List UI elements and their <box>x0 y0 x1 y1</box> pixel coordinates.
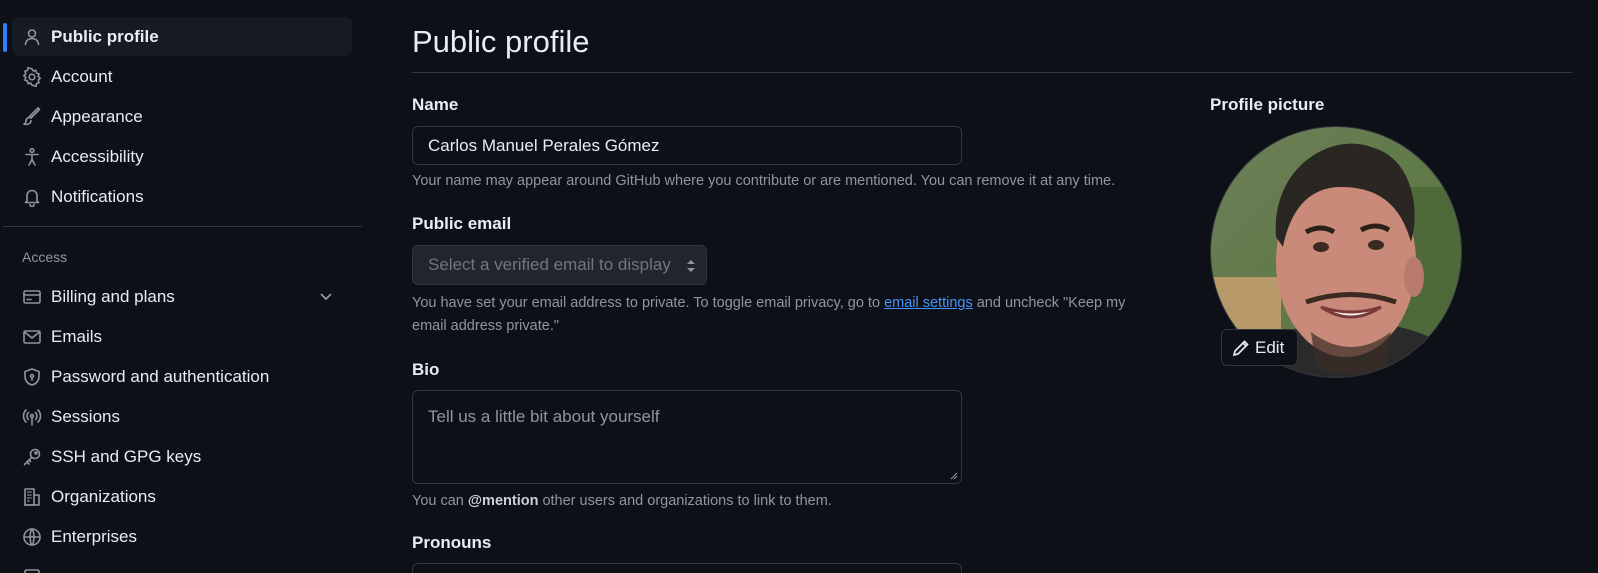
shield-lock-icon <box>21 366 43 388</box>
sidebar-item-label: Billing and plans <box>51 286 175 306</box>
globe-icon <box>21 526 43 548</box>
sidebar-item-label: Emails <box>51 326 103 346</box>
name-label: Name <box>412 95 459 114</box>
pencil-icon <box>1232 339 1249 356</box>
name-note: Your name may appear around GitHub where… <box>412 173 1116 189</box>
key-icon <box>21 446 43 468</box>
sidebar-item-label: Enterprises <box>51 526 137 546</box>
sidebar-item-partial[interactable] <box>12 557 352 573</box>
sidebar-item-public-profile[interactable]: Public profile <box>12 17 352 56</box>
bio-placeholder: Tell us a little bit about yourself <box>428 407 660 426</box>
broadcast-icon <box>21 406 43 428</box>
sidebar-item-label: Organizations <box>51 486 156 506</box>
sidebar-item-label: Public profile <box>51 26 159 46</box>
sidebar-item-appearance[interactable]: Appearance <box>12 97 352 136</box>
email-note-text: You have set your email address to priva… <box>412 295 885 311</box>
edit-avatar-button[interactable]: Edit <box>1221 329 1298 366</box>
name-field[interactable]: Carlos Manuel Perales Gómez <box>412 126 962 165</box>
sidebar-item-label: Accessibility <box>51 146 144 166</box>
name-value: Carlos Manuel Perales Gómez <box>428 135 660 155</box>
sidebar-item-accessibility[interactable]: Accessibility <box>12 137 352 176</box>
sidebar-heading-access: Access <box>22 249 68 265</box>
email-settings-link[interactable]: email settings <box>884 295 973 311</box>
public-email-note: You have set your email address to priva… <box>412 292 1152 338</box>
title-divider <box>412 72 1572 73</box>
select-arrows-icon <box>687 260 695 272</box>
sidebar-item-billing[interactable]: Billing and plans <box>12 277 352 316</box>
bio-textarea[interactable]: Tell us a little bit about yourself <box>412 390 962 484</box>
sidebar-item-label: SSH and GPG keys <box>51 446 202 466</box>
public-email-select[interactable]: Select a verified email to display <box>412 245 707 285</box>
sidebar-item-sessions[interactable]: Sessions <box>12 397 352 436</box>
page-title: Public profile <box>412 24 590 59</box>
sidebar-item-label: Sessions <box>51 406 120 426</box>
sidebar-item-label: Notifications <box>51 186 144 206</box>
sidebar-item-enterprises[interactable]: Enterprises <box>12 517 352 556</box>
credit-card-icon <box>21 286 43 308</box>
public-email-label: Public email <box>412 214 512 233</box>
mention-text: @mention <box>467 493 539 509</box>
bio-note-text: You can <box>412 493 468 509</box>
profile-picture-label: Profile picture <box>1210 95 1325 114</box>
active-indicator <box>3 23 7 52</box>
moderation-icon <box>21 566 43 573</box>
sidebar-item-account[interactable]: Account <box>12 57 352 96</box>
bell-icon <box>21 186 43 208</box>
edit-label: Edit <box>1255 337 1285 357</box>
bio-note-text-end: other users and organizations to link to… <box>538 493 832 509</box>
paintbrush-icon <box>21 106 43 128</box>
accessibility-icon <box>21 146 43 168</box>
pronouns-select[interactable] <box>412 563 962 573</box>
chevron-down-icon[interactable] <box>318 288 334 304</box>
sidebar-item-password[interactable]: Password and authentication <box>12 357 352 396</box>
resize-handle-icon[interactable] <box>950 472 958 480</box>
gear-icon <box>21 66 43 88</box>
sidebar-item-ssh-gpg[interactable]: SSH and GPG keys <box>12 437 352 476</box>
pronouns-label: Pronouns <box>412 533 492 552</box>
organization-icon <box>21 486 43 508</box>
settings-sidebar: Public profile Account Appearance Access… <box>0 0 362 573</box>
public-email-placeholder: Select a verified email to display <box>428 255 671 274</box>
bio-note: You can @mention other users and organiz… <box>412 490 832 513</box>
sidebar-item-notifications[interactable]: Notifications <box>12 177 352 216</box>
mail-icon <box>21 326 43 348</box>
person-icon <box>21 26 43 48</box>
sidebar-item-label: Appearance <box>51 106 143 126</box>
sidebar-item-emails[interactable]: Emails <box>12 317 352 356</box>
sidebar-divider <box>3 226 362 227</box>
sidebar-item-label: Password and authentication <box>51 366 270 386</box>
sidebar-item-organizations[interactable]: Organizations <box>12 477 352 516</box>
bio-label: Bio <box>412 360 440 379</box>
sidebar-item-label: Account <box>51 66 113 86</box>
